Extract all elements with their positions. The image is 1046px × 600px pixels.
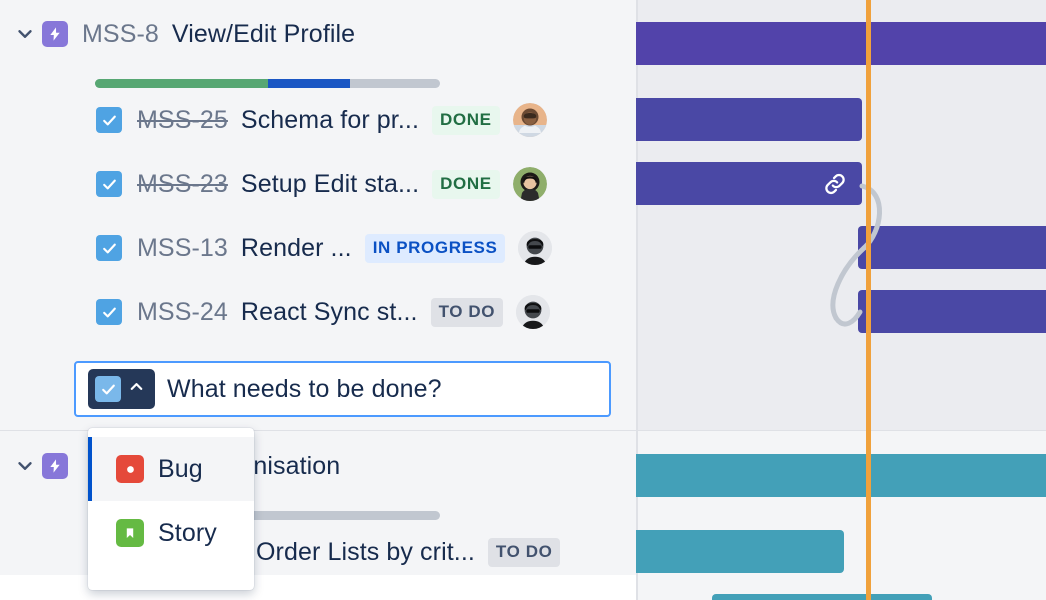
dropdown-option-story[interactable]: Story <box>88 501 254 565</box>
epic-lightning-icon <box>42 453 68 479</box>
dropdown-option-label: Story <box>158 519 217 548</box>
task-summary: Render ... <box>241 234 352 263</box>
bug-icon <box>116 455 144 483</box>
avatar[interactable] <box>516 295 550 329</box>
task-checkbox[interactable] <box>96 299 122 325</box>
task-key: MSS-25 <box>137 106 228 135</box>
task-key: MSS-13 <box>137 234 228 263</box>
task-summary: Order Lists by crit... <box>256 538 475 567</box>
gantt-timeline-panel[interactable] <box>636 0 1046 600</box>
dropdown-option-label: Bug <box>158 455 203 484</box>
chevron-down-icon <box>14 455 36 477</box>
status-badge[interactable]: DONE <box>432 106 500 135</box>
epic-collapse-toggle[interactable] <box>10 451 40 481</box>
task-row[interactable]: MSS-13 Render ... IN PROGRESS <box>0 216 636 280</box>
avatar[interactable] <box>513 167 547 201</box>
chevron-up-icon <box>127 377 146 401</box>
task-summary: React Sync st... <box>241 298 418 327</box>
create-issue-row[interactable] <box>74 361 611 417</box>
task-checkbox-icon <box>95 376 121 402</box>
task-key: MSS-23 <box>137 170 228 199</box>
status-badge[interactable]: DONE <box>432 170 500 199</box>
avatar[interactable] <box>513 103 547 137</box>
task-summary: Schema for pr... <box>241 106 419 135</box>
task-row[interactable]: MSS-23 Setup Edit sta... DONE <box>0 152 636 216</box>
dropdown-option-bug[interactable]: Bug <box>88 437 254 501</box>
story-bookmark-icon <box>116 519 144 547</box>
epic-title: View/Edit Profile <box>172 20 355 49</box>
task-key: MSS-24 <box>137 298 228 327</box>
issue-type-selector[interactable] <box>88 369 155 409</box>
epic-key: MSS-8 <box>82 20 159 49</box>
progress-segment-inprogress <box>268 79 351 88</box>
progress-segment-done <box>95 79 268 88</box>
roadmap-view: MSS-8 View/Edit Profile MSS-25 Schema fo… <box>0 0 1046 600</box>
chevron-down-icon <box>14 23 36 45</box>
epic-progress-bar <box>95 79 440 88</box>
status-badge[interactable]: IN PROGRESS <box>365 234 506 263</box>
issue-type-dropdown: Bug Story <box>88 428 254 590</box>
epic-lightning-icon <box>42 21 68 47</box>
task-row[interactable]: MSS-24 React Sync st... TO DO <box>0 280 636 344</box>
epic-collapse-toggle[interactable] <box>10 19 40 49</box>
task-checkbox[interactable] <box>96 107 122 133</box>
task-checkbox[interactable] <box>96 235 122 261</box>
task-summary: Setup Edit sta... <box>241 170 419 199</box>
today-line <box>866 0 871 600</box>
status-badge[interactable]: TO DO <box>431 298 504 327</box>
issue-list-panel: MSS-8 View/Edit Profile MSS-25 Schema fo… <box>0 0 636 600</box>
epic-row-mss-8[interactable]: MSS-8 View/Edit Profile <box>0 12 636 76</box>
create-issue-input[interactable] <box>167 375 609 404</box>
status-badge[interactable]: TO DO <box>488 538 561 567</box>
task-checkbox[interactable] <box>96 171 122 197</box>
avatar[interactable] <box>518 231 552 265</box>
task-row[interactable]: MSS-25 Schema for pr... DONE <box>0 88 636 152</box>
dependency-curve <box>636 0 1046 600</box>
